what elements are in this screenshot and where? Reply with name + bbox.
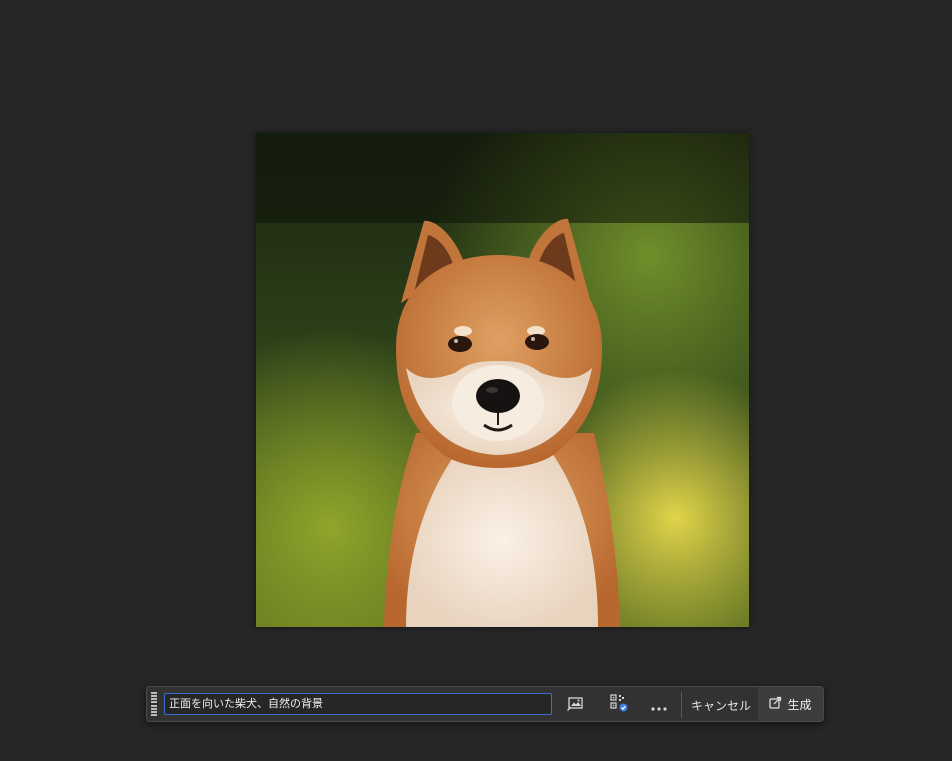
drag-handle-icon[interactable] [151, 692, 157, 716]
generate-icon [769, 696, 782, 712]
content-credentials-button[interactable] [603, 691, 635, 719]
cancel-button[interactable]: キャンセル [687, 691, 755, 719]
image-reference-button[interactable] [559, 691, 591, 719]
toolbar-divider [681, 692, 682, 718]
generate-label: 生成 [787, 697, 812, 712]
more-options-icon [651, 696, 667, 715]
qr-check-icon [610, 694, 628, 716]
cancel-label: キャンセル [690, 698, 751, 713]
workspace-canvas: 正面を向いた柴犬、自然の背景 キャンセル 生成 [0, 0, 952, 761]
shiba-inu-photo [256, 133, 749, 627]
generate-button[interactable]: 生成 [758, 687, 823, 721]
contextual-task-bar: 正面を向いた柴犬、自然の背景 キャンセル 生成 [146, 686, 824, 722]
prompt-input[interactable]: 正面を向いた柴犬、自然の背景 [164, 693, 552, 715]
more-options-button[interactable] [643, 691, 675, 719]
document-image[interactable] [256, 133, 749, 627]
image-reference-icon [567, 696, 583, 715]
